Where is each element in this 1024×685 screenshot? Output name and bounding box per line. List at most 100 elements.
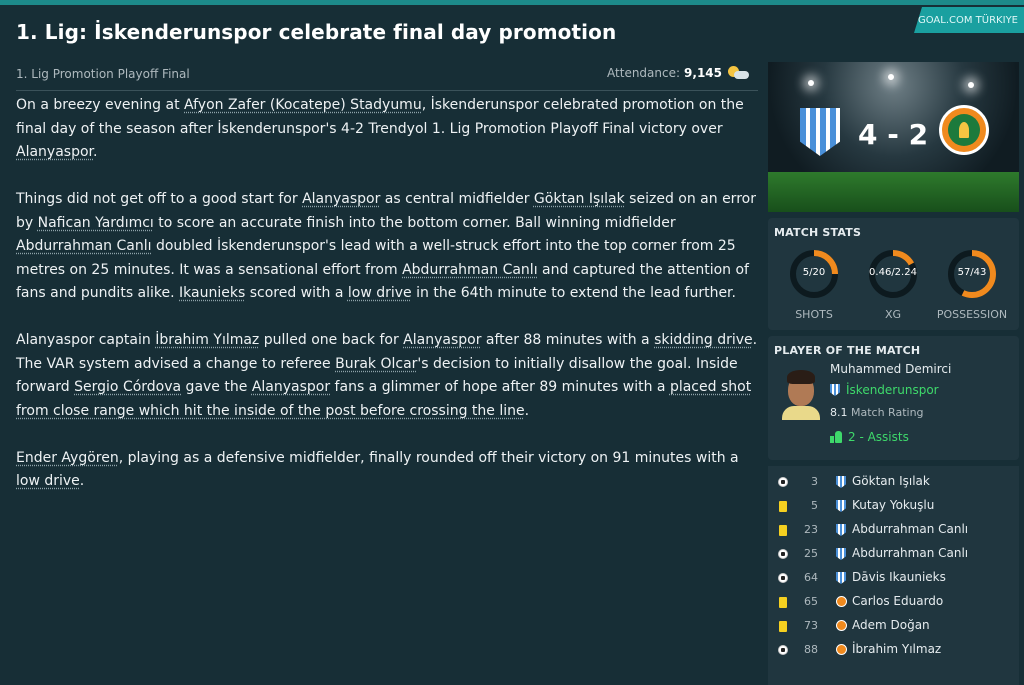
article-body: On a breezy evening at Afyon Zafer (Koca… [16, 94, 761, 517]
article-text: scored with a [245, 285, 348, 301]
article-text: Things did not get off to a good start f… [16, 191, 303, 207]
match-event-row[interactable]: 65 Carlos Eduardo [768, 591, 1019, 615]
home-score: 4 [857, 118, 878, 151]
team-crest-icon [836, 620, 847, 631]
article-text: in the 64th minute to extend the lead fu… [411, 285, 736, 301]
article-text: after 88 minutes with a [481, 332, 655, 348]
event-player[interactable]: Adem Doğan [852, 618, 930, 632]
event-minute: 23 [804, 523, 818, 536]
away-team-crest[interactable] [939, 105, 989, 155]
article-link[interactable]: Abdurrahman Canlı [402, 262, 538, 278]
page-title: 1. Lig: İskenderunspor celebrate final d… [16, 20, 617, 44]
article-text: , playing as a defensive midfielder, fin… [118, 449, 739, 466]
match-event-row[interactable]: 73 Adem Doğan [768, 615, 1019, 639]
event-player[interactable]: Kutay Yokuşlu [852, 498, 934, 512]
article-link[interactable]: Afyon Zafer (Kocatepe) Stadyumu [184, 97, 422, 113]
stat-label: POSSESSION [936, 308, 1008, 321]
attendance-label: Attendance: [607, 66, 681, 80]
goal-ball-icon [778, 573, 790, 585]
team-crest-icon [836, 500, 846, 512]
article-link[interactable]: Alanyaspor [16, 144, 93, 160]
article-link[interactable]: low drive [348, 285, 412, 301]
article-link[interactable]: Nafican Yardımcı [38, 215, 154, 231]
article-text: . [79, 473, 85, 489]
article-link[interactable]: skidding drive [654, 332, 753, 348]
attendance: Attendance: 9,145 [607, 66, 750, 80]
event-player[interactable]: Göktan Işılak [852, 474, 930, 488]
event-player[interactable]: İbrahim Yılmaz [852, 642, 941, 656]
top-accent-bar [0, 0, 1024, 5]
home-team-crest[interactable] [800, 108, 840, 156]
potm-rating: 8.1 Match Rating [830, 406, 924, 419]
stat-shots: 5/20 SHOTS [776, 248, 852, 321]
stat-ring: 5/20 [788, 248, 840, 300]
match-events-list[interactable]: 3 Göktan Işılak 5 Kutay Yokuşlu 23 Abdurrahma… [768, 466, 1019, 685]
floodlight [808, 80, 814, 86]
rating-value: 8.1 [830, 406, 848, 419]
event-player[interactable]: Dāvis Ikaunieks [852, 570, 946, 584]
potm-player-name[interactable]: Muhammed Demirci [830, 362, 951, 376]
article-link[interactable]: Alanyaspor [302, 191, 380, 207]
player-avatar[interactable] [780, 366, 822, 420]
team-crest-icon [836, 644, 847, 655]
match-event-row[interactable]: 23 Abdurrahman Canlı [768, 519, 1019, 543]
stat-label: SHOTS [795, 308, 833, 321]
team-crest-icon [836, 548, 846, 560]
article-text: Alanyaspor captain [16, 332, 156, 348]
match-event-row[interactable]: 25 Abdurrahman Canlı [768, 543, 1019, 567]
article-text: fans a glimmer of hope after 89 minutes … [330, 379, 670, 395]
potm-club[interactable]: İskenderunspor [830, 383, 939, 397]
event-player[interactable]: Abdurrahman Canlı [852, 546, 968, 560]
floodlight [888, 74, 894, 80]
event-minute: 5 [811, 499, 818, 512]
score-card[interactable]: 4 - 2 [768, 62, 1019, 212]
yellow-card-icon [778, 621, 790, 633]
article-paragraph: Ender Aygören, playing as a defensive mi… [16, 447, 761, 494]
article-link[interactable]: low drive [16, 473, 80, 489]
away-score: 2 [908, 118, 929, 151]
article-paragraph: Alanyaspor captain İbrahim Yılmaz pulled… [16, 329, 761, 423]
article-text: On a breezy evening at [16, 97, 185, 113]
thumbs-up-icon [830, 431, 842, 443]
event-player[interactable]: Abdurrahman Canlı [852, 522, 968, 536]
pitch [768, 172, 1019, 212]
article-link[interactable]: Göktan Işılak [534, 191, 625, 207]
goal-ball-icon [778, 477, 790, 489]
article-text: . [524, 402, 530, 419]
article-paragraph: On a breezy evening at Afyon Zafer (Koca… [16, 94, 761, 165]
article-link[interactable]: Alanyaspor [252, 379, 330, 395]
article-link[interactable]: Burak Olcar [335, 356, 417, 372]
stat-possession: 57/43 POSSESSION [934, 248, 1010, 321]
match-event-row[interactable]: 5 Kutay Yokuşlu [768, 495, 1019, 519]
partly-cloudy-icon [726, 66, 750, 80]
event-player[interactable]: Carlos Eduardo [852, 594, 943, 608]
stat-value: 0.46/2.24 [869, 267, 917, 278]
article-link[interactable]: Alanyaspor [403, 332, 481, 348]
floodlight [968, 82, 974, 88]
potm-panel[interactable]: PLAYER OF THE MATCH Muhammed Demirci İsk… [768, 336, 1019, 460]
article-link[interactable]: Ikaunieks [179, 285, 245, 301]
article-text: . [93, 144, 98, 160]
yellow-card-icon [778, 501, 790, 513]
article-link[interactable]: İbrahim Yılmaz [155, 332, 259, 348]
match-event-row[interactable]: 64 Dāvis Ikaunieks [768, 567, 1019, 591]
article-link[interactable]: Ender Aygören [16, 450, 119, 466]
match-event-row[interactable]: 88 İbrahim Yılmaz [768, 639, 1019, 663]
match-event-row[interactable]: 3 Göktan Işılak [768, 471, 1019, 495]
article-paragraph: Things did not get off to a good start f… [16, 188, 761, 306]
event-minute: 65 [804, 595, 818, 608]
club-crest-icon [830, 384, 840, 396]
article-link[interactable]: Abdurrahman Canlı [16, 238, 152, 254]
stat-ring: 0.46/2.24 [867, 248, 919, 300]
event-minute: 3 [811, 475, 818, 488]
article-link[interactable]: Sergio Córdova [74, 379, 181, 395]
rating-label: Match Rating [851, 406, 924, 419]
potm-title: PLAYER OF THE MATCH [774, 344, 921, 357]
team-crest-icon [836, 572, 846, 584]
article-meta-row: 1. Lig Promotion Playoff Final Attendanc… [16, 64, 758, 91]
yellow-card-icon [778, 597, 790, 609]
stat-value: 57/43 [957, 267, 987, 278]
stat-ring: 57/43 [946, 248, 998, 300]
potm-club-name: İskenderunspor [846, 383, 939, 397]
attendance-value: 9,145 [684, 66, 722, 80]
